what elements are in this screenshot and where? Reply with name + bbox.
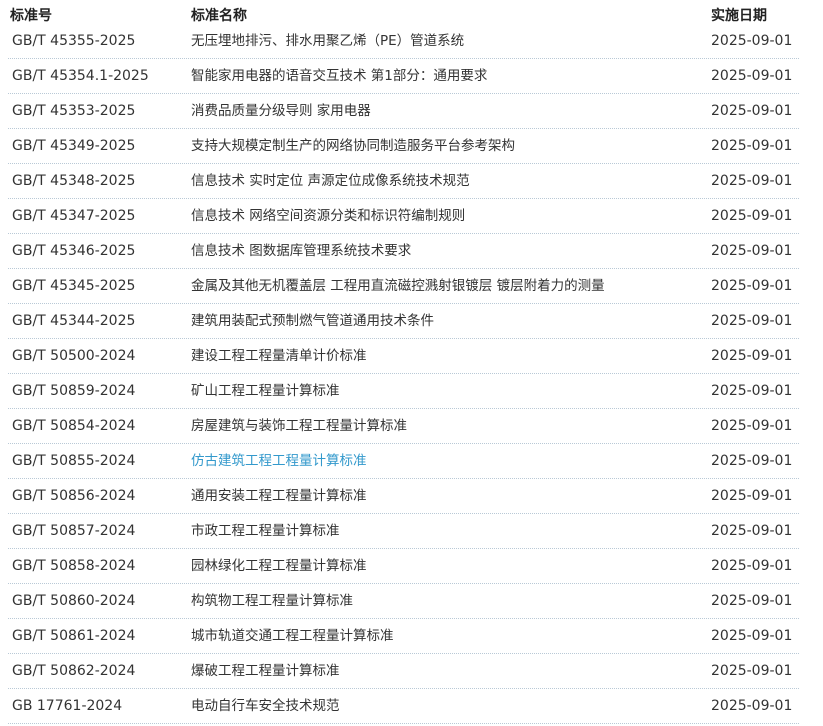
standard-name-link[interactable]: 仿古建筑工程工程量计算标准 [191, 452, 367, 470]
standard-name-link[interactable]: 矿山工程工程量计算标准 [191, 382, 340, 400]
table-row: GB/T 50855-2024 仿古建筑工程工程量计算标准 2025-09-01 [8, 444, 799, 479]
table-row: GB/T 45348-2025 信息技术 实时定位 声源定位成像系统技术规范 202… [8, 164, 799, 199]
table-row: GB/T 50859-2024 矿山工程工程量计算标准 2025-09-01 [8, 374, 799, 409]
standard-name-link[interactable]: 通用安装工程工程量计算标准 [191, 487, 367, 505]
standard-number: GB/T 45347-2025 [12, 208, 136, 224]
standard-number: GB/T 50857-2024 [12, 523, 136, 539]
table-row: GB/T 45345-2025 金属及其他无机覆盖层 工程用直流磁控溅射银镀层 镀… [8, 269, 799, 304]
implementation-date: 2025-09-01 [711, 173, 793, 189]
standard-number: GB/T 45348-2025 [12, 173, 136, 189]
table-row: GB/T 45347-2025 信息技术 网络空间资源分类和标识符编制规则 2025… [8, 199, 799, 234]
table-row: GB/T 50856-2024 通用安装工程工程量计算标准 2025-09-01 [8, 479, 799, 514]
standard-name-link[interactable]: 园林绿化工程工程量计算标准 [191, 557, 367, 575]
table-row: GB/T 45346-2025 信息技术 图数据库管理系统技术要求 2025-09-… [8, 234, 799, 269]
standard-number: GB/T 50860-2024 [12, 593, 136, 609]
implementation-date: 2025-09-01 [711, 278, 793, 294]
implementation-date: 2025-09-01 [711, 33, 793, 49]
standard-number: GB/T 45345-2025 [12, 278, 136, 294]
standard-number: GB/T 50855-2024 [12, 453, 136, 469]
implementation-date: 2025-09-01 [711, 138, 793, 154]
standard-number: GB/T 50858-2024 [12, 558, 136, 574]
standard-name-link[interactable]: 智能家用电器的语音交互技术 第1部分：通用要求 [191, 67, 487, 85]
table-row: GB/T 50854-2024 房屋建筑与装饰工程工程量计算标准 2025-09-0… [8, 409, 799, 444]
table-row: GB/T 50861-2024 城市轨道交通工程工程量计算标准 2025-09-01 [8, 619, 799, 654]
standard-name-link[interactable]: 信息技术 图数据库管理系统技术要求 [191, 242, 411, 260]
standard-name-link[interactable]: 电动自行车安全技术规范 [191, 697, 340, 715]
standard-name-link[interactable]: 爆破工程工程量计算标准 [191, 662, 340, 680]
standard-name-link[interactable]: 房屋建筑与装饰工程工程量计算标准 [191, 417, 407, 435]
table-row: GB/T 45355-2025 无压埋地排污、排水用聚乙烯（PE）管道系统 2025… [8, 24, 799, 59]
standard-number: GB/T 50859-2024 [12, 383, 136, 399]
implementation-date: 2025-09-01 [711, 593, 793, 609]
implementation-date: 2025-09-01 [711, 383, 793, 399]
table-row: GB/T 45353-2025 消费品质量分级导则 家用电器 2025-09-01 [8, 94, 799, 129]
implementation-date: 2025-09-01 [711, 628, 793, 644]
standard-number: GB/T 45354.1-2025 [12, 68, 149, 84]
standard-name-link[interactable]: 信息技术 实时定位 声源定位成像系统技术规范 [191, 172, 470, 190]
implementation-date: 2025-09-01 [711, 453, 793, 469]
standard-number: GB/T 45344-2025 [12, 313, 136, 329]
standard-name-link[interactable]: 信息技术 网络空间资源分类和标识符编制规则 [191, 207, 465, 225]
standard-name-link[interactable]: 建筑用装配式预制燃气管道通用技术条件 [191, 312, 434, 330]
standard-number: GB/T 45355-2025 [12, 33, 136, 49]
implementation-date: 2025-09-01 [711, 348, 793, 364]
standard-number: GB 17761-2024 [12, 698, 123, 714]
table-row: GB/T 50857-2024 市政工程工程量计算标准 2025-09-01 [8, 514, 799, 549]
table-row: GB 17761-2024 电动自行车安全技术规范 2025-09-01 [8, 689, 799, 724]
standard-name-link[interactable]: 建设工程工程量清单计价标准 [191, 347, 367, 365]
table-row: GB/T 50860-2024 构筑物工程工程量计算标准 2025-09-01 [8, 584, 799, 619]
implementation-date: 2025-09-01 [711, 663, 793, 679]
header-implementation-date: 实施日期 [711, 8, 767, 24]
standard-number: GB/T 50861-2024 [12, 628, 136, 644]
table-row: GB/T 45354.1-2025 智能家用电器的语音交互技术 第1部分：通用要求… [8, 59, 799, 94]
table-row: GB/T 45344-2025 建筑用装配式预制燃气管道通用技术条件 2025-09… [8, 304, 799, 339]
implementation-date: 2025-09-01 [711, 488, 793, 504]
table-row: GB/T 50858-2024 园林绿化工程工程量计算标准 2025-09-01 [8, 549, 799, 584]
standard-number: GB/T 50500-2024 [12, 348, 136, 364]
standard-number: GB/T 50854-2024 [12, 418, 136, 434]
table-row: GB/T 45349-2025 支持大规模定制生产的网络协同制造服务平台参考架构 2… [8, 129, 799, 164]
implementation-date: 2025-09-01 [711, 523, 793, 539]
standard-name-link[interactable]: 市政工程工程量计算标准 [191, 522, 340, 540]
implementation-date: 2025-09-01 [711, 243, 793, 259]
table-row: GB/T 50862-2024 爆破工程工程量计算标准 2025-09-01 [8, 654, 799, 689]
implementation-date: 2025-09-01 [711, 103, 793, 119]
standard-number: GB/T 45353-2025 [12, 103, 136, 119]
standards-table: 标准号 标准名称 实施日期 GB/T 45355-2025 无压埋地排污、排水用聚… [0, 0, 823, 726]
table-header: 标准号 标准名称 实施日期 [0, 0, 823, 26]
implementation-date: 2025-09-01 [711, 68, 793, 84]
standard-name-link[interactable]: 支持大规模定制生产的网络协同制造服务平台参考架构 [191, 137, 515, 155]
standard-name-link[interactable]: 城市轨道交通工程工程量计算标准 [191, 627, 394, 645]
implementation-date: 2025-09-01 [711, 698, 793, 714]
implementation-date: 2025-09-01 [711, 558, 793, 574]
table-row: GB/T 50500-2024 建设工程工程量清单计价标准 2025-09-01 [8, 339, 799, 374]
header-standard-number: 标准号 [10, 8, 52, 24]
standard-number: GB/T 45346-2025 [12, 243, 136, 259]
standard-name-link[interactable]: 消费品质量分级导则 家用电器 [191, 102, 371, 120]
standard-number: GB/T 50856-2024 [12, 488, 136, 504]
implementation-date: 2025-09-01 [711, 418, 793, 434]
standard-name-link[interactable]: 构筑物工程工程量计算标准 [191, 592, 353, 610]
standard-number: GB/T 50862-2024 [12, 663, 136, 679]
header-standard-name: 标准名称 [191, 8, 247, 24]
standard-name-link[interactable]: 无压埋地排污、排水用聚乙烯（PE）管道系统 [191, 32, 464, 50]
implementation-date: 2025-09-01 [711, 208, 793, 224]
table-body: GB/T 45355-2025 无压埋地排污、排水用聚乙烯（PE）管道系统 2025… [0, 24, 823, 724]
standard-name-link[interactable]: 金属及其他无机覆盖层 工程用直流磁控溅射银镀层 镀层附着力的测量 [191, 277, 605, 295]
standard-number: GB/T 45349-2025 [12, 138, 136, 154]
implementation-date: 2025-09-01 [711, 313, 793, 329]
